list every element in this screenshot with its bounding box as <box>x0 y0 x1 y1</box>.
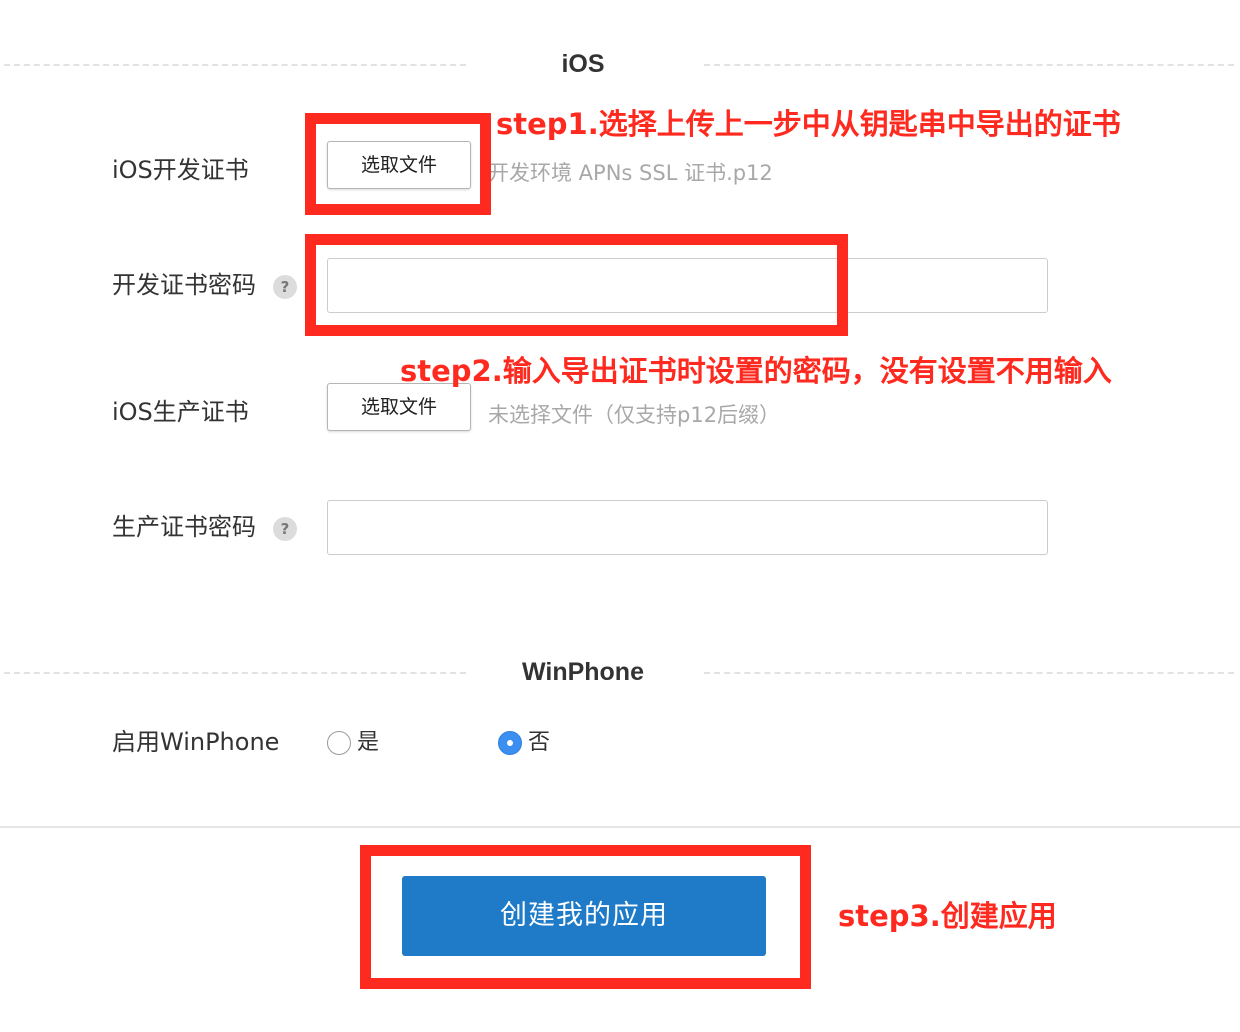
annotation-step1: step1.选择上传上一步中从钥匙串中导出的证书 <box>496 107 1121 141</box>
annotation-box-step1 <box>305 113 491 215</box>
radio-yes[interactable] <box>327 731 351 755</box>
annotation-step2: step2.输入导出证书时设置的密码，没有设置不用输入 <box>400 354 1112 388</box>
radio-yes-label[interactable]: 是 <box>357 729 379 757</box>
radio-no[interactable] <box>498 731 522 755</box>
annotation-box-step2 <box>305 234 848 336</box>
prod-cert-choose-file-button[interactable]: 选取文件 <box>327 383 471 431</box>
ios-divider-right <box>704 64 1234 66</box>
ios-divider-left <box>4 64 466 66</box>
winphone-section-title: WinPhone <box>522 658 644 686</box>
annotation-box-step3 <box>360 845 811 989</box>
radio-no-label[interactable]: 否 <box>528 729 550 757</box>
dev-cert-filename: 开发环境 APNs SSL 证书.p12 <box>488 161 773 185</box>
enable-winphone-label: 启用WinPhone <box>112 728 280 756</box>
prod-password-help-icon[interactable]: ? <box>273 517 297 541</box>
winphone-divider-left <box>4 672 466 674</box>
prod-cert-label: iOS生产证书 <box>112 398 249 426</box>
prod-cert-filename: 未选择文件（仅支持p12后缀） <box>488 403 781 427</box>
winphone-divider-right <box>704 672 1234 674</box>
annotation-step3: step3.创建应用 <box>838 899 1057 933</box>
prod-password-label: 生产证书密码 <box>112 513 256 541</box>
ios-section-title: iOS <box>561 50 605 78</box>
dev-password-help-icon[interactable]: ? <box>273 275 297 299</box>
dev-password-label: 开发证书密码 <box>112 271 256 299</box>
footer-separator <box>0 826 1240 828</box>
prod-password-input[interactable] <box>327 500 1048 555</box>
dev-cert-label: iOS开发证书 <box>112 156 249 184</box>
